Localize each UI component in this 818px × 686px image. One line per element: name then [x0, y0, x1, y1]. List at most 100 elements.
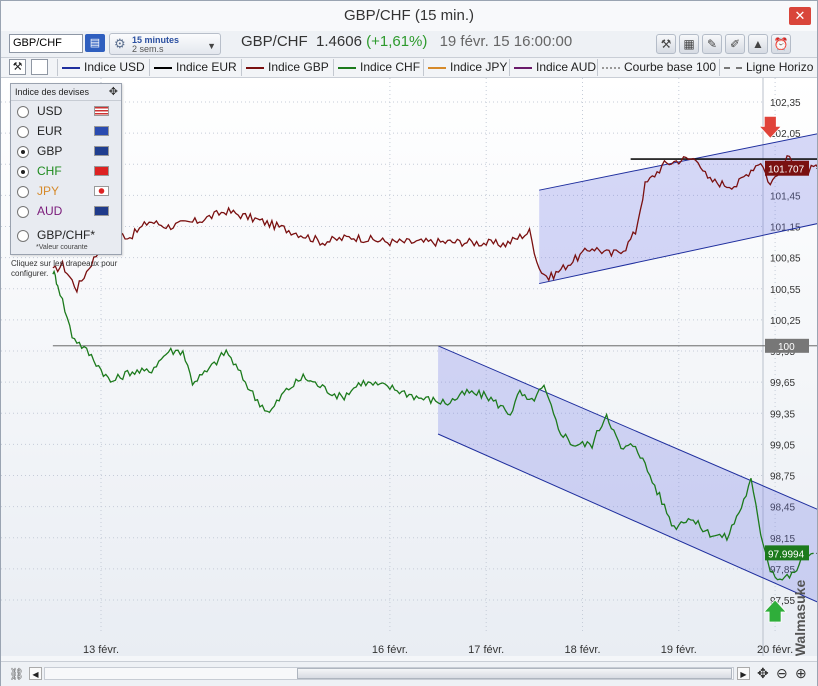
legend-item-indice-eur[interactable]: Indice EUR [149, 59, 237, 76]
series-legend: ⚒ Indice USD Indice EUR Indice GBP Indice C… [1, 58, 817, 78]
legend-swatch [338, 66, 356, 69]
crosshair-icon[interactable]: ⚒ [9, 59, 26, 75]
x-tick-label: 16 févr. [372, 644, 408, 656]
x-tick-label: 18 févr. [564, 644, 600, 656]
eu-flag-icon[interactable] [94, 126, 109, 136]
scroll-track[interactable] [44, 667, 734, 680]
legend-item-indice-chf[interactable]: Indice CHF [333, 59, 420, 76]
chart-svg[interactable]: 13 févr. 16 févr. 17 févr. 18 févr. 19 févr.… [1, 78, 818, 656]
legend-item-indice-gbp[interactable]: Indice GBP [241, 59, 329, 76]
chart-area[interactable]: 13 févr. 16 févr. 17 févr. 18 févr. 19 févr.… [1, 78, 818, 656]
x-tick-label: 20 févr. [757, 644, 793, 656]
us-flag-icon[interactable] [94, 106, 109, 116]
timeframe-selector[interactable]: ⚙ 15 minutes 2 sem.s ▼ [109, 33, 221, 55]
legend-label: Indice JPY [450, 60, 508, 74]
base-line-label: 100 [778, 342, 795, 353]
pencil-icon[interactable]: ✐ [725, 34, 745, 54]
legend-swatch [724, 66, 742, 69]
legend-label: Indice GBP [268, 60, 329, 74]
pair-name: GBP/CHF [241, 33, 308, 50]
symbol-input[interactable] [9, 34, 83, 53]
scroll-left-button[interactable]: ◀ [29, 667, 42, 680]
zoom-in-icon[interactable]: ⊕ [795, 665, 807, 682]
close-button[interactable]: ✕ [789, 7, 811, 25]
hammer-icon[interactable]: ⚒ [656, 34, 676, 54]
title-bar: GBP/CHF (15 min.) ✕ [1, 1, 817, 31]
currency-label: JPY [37, 184, 60, 198]
panel-hint: Cliquez sur les drapeaux pour configurer… [11, 259, 118, 278]
alarm-icon[interactable]: ⏰ [771, 34, 791, 54]
currency-option-aud[interactable]: AUD [11, 201, 121, 221]
legend-item-indice-usd[interactable]: Indice USD [57, 59, 145, 76]
currency-option-eur[interactable]: EUR [11, 121, 121, 141]
currency-option-jpy[interactable]: JPY [11, 181, 121, 201]
legend-item-indice-jpy[interactable]: Indice JPY [423, 59, 507, 76]
zoom-out-icon[interactable]: ⊖ [776, 665, 788, 682]
currency-label: CHF [37, 164, 62, 178]
currency-option-usd[interactable]: USD [11, 101, 121, 121]
scroll-right-button[interactable]: ▶ [737, 667, 750, 680]
watermark-text: Walmasuke [792, 580, 808, 656]
pair-radio[interactable] [17, 229, 29, 242]
legend-label: Indice CHF [360, 60, 421, 74]
currency-radio[interactable] [17, 105, 29, 118]
currency-radio[interactable] [17, 145, 29, 158]
currency-radio[interactable] [17, 205, 29, 218]
change-value: (+1,61%) [366, 33, 428, 50]
legend-swatch [246, 66, 264, 69]
legend-label: Indice AUD [536, 60, 597, 74]
currency-radio[interactable] [17, 165, 29, 178]
y-tick-label: 99,05 [770, 440, 795, 451]
ch-flag-icon[interactable] [94, 166, 109, 176]
y-tick-label: 99,35 [770, 409, 795, 420]
currency-index-panel: Indice des devises ✥ USD EUR GBP CHF JPY AUD … [10, 83, 122, 255]
quote-display: GBP/CHF 1.4606 (+1,61%) 19 févr. 15 16:0… [241, 33, 572, 50]
currency-radio[interactable] [17, 125, 29, 138]
pair-option[interactable]: GBP/CHF* *Valeur courante [17, 229, 95, 254]
legend-label: Courbe base 100 [624, 60, 717, 74]
x-tick-label: 13 févr. [83, 644, 119, 656]
legend-label: Indice USD [84, 60, 145, 74]
legend-swatch [602, 66, 620, 69]
currency-option-gbp[interactable]: GBP [11, 141, 121, 161]
current-value-label: 97.9994 [768, 549, 805, 560]
legend-label: Ligne Horizo [746, 60, 814, 74]
book-icon[interactable]: ▤ [85, 34, 105, 52]
chart-window: GBP/CHF (15 min.) ✕ ▤ ⚙ 15 minutes 2 sem… [0, 0, 818, 686]
move-icon[interactable]: ✥ [109, 85, 118, 98]
drawing-tools-icon[interactable]: ✎ [702, 34, 722, 54]
gear-icon: ⚙ [114, 36, 126, 51]
legend-checkbox[interactable] [31, 59, 48, 75]
toolbar: ▤ ⚙ 15 minutes 2 sem.s ▼ GBP/CHF 1.4606 … [1, 31, 817, 58]
pan-icon[interactable]: ✥ [757, 665, 769, 682]
legend-label: Indice EUR [176, 60, 237, 74]
jp-flag-icon[interactable] [94, 186, 109, 196]
currency-label: GBP [37, 144, 63, 158]
currency-radio[interactable] [17, 185, 29, 198]
legend-swatch [514, 66, 532, 69]
legend-swatch [62, 66, 80, 69]
period-label: 2 sem.s [132, 44, 164, 54]
legend-item-ligne-horizo[interactable]: Ligne Horizo [719, 59, 813, 76]
chevron-down-icon: ▼ [207, 41, 216, 51]
trend-channel-fill [438, 345, 818, 603]
panel-title: Indice des devises [11, 84, 121, 101]
x-tick-label: 17 févr. [468, 644, 504, 656]
alert-triangle-icon[interactable]: ▲ [748, 34, 768, 54]
current-value-label: 101.707 [768, 165, 805, 176]
legend-swatch [154, 66, 172, 69]
horizontal-scrollbar[interactable]: ⛓ ◀ ▶ ✥ ⊖ ⊕ [1, 661, 817, 686]
pair-option-label: GBP/CHF* [37, 228, 96, 242]
uk-flag-icon[interactable] [94, 146, 109, 156]
currency-label: USD [37, 104, 63, 118]
scroll-thumb[interactable] [297, 668, 732, 679]
chart-add-icon[interactable]: ▦ [679, 34, 699, 54]
link-icon[interactable]: ⛓ [9, 667, 24, 681]
y-tick-label: 100,25 [770, 316, 801, 327]
legend-item-courbe-base-100[interactable]: Courbe base 100 [597, 59, 716, 76]
datetime-value: 19 févr. 15 16:00:00 [439, 33, 573, 50]
y-tick-label: 102,35 [770, 98, 801, 109]
currency-option-chf[interactable]: CHF [11, 161, 121, 181]
au-flag-icon[interactable] [94, 206, 109, 216]
legend-item-indice-aud[interactable]: Indice AUD [509, 59, 596, 76]
